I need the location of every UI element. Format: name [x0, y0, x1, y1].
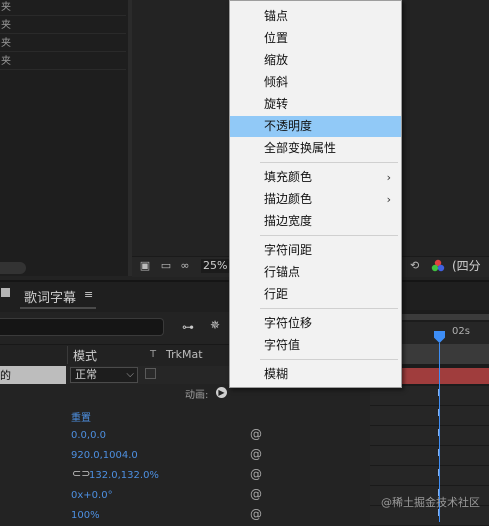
- stopwatch-icon[interactable]: @: [250, 487, 262, 501]
- active-tab-underline: [20, 307, 96, 309]
- menu-item-label: 位置: [264, 31, 289, 45]
- menu-item-tracking[interactable]: 字符间距: [230, 240, 401, 261]
- menu-item-opacity[interactable]: 不透明度: [230, 116, 401, 137]
- menu-item-stroke-color[interactable]: 描边颜色 ›: [230, 189, 401, 210]
- menu-item-line-spacing[interactable]: 行距: [230, 284, 401, 305]
- keyframe-marker[interactable]: I: [437, 388, 440, 399]
- menu-item-label: 字符值: [264, 338, 301, 352]
- project-item[interactable]: 夹: [0, 0, 126, 16]
- menu-item-position[interactable]: 位置: [230, 28, 401, 49]
- channel-icon[interactable]: [431, 259, 445, 273]
- menu-item-character-value[interactable]: 字符值: [230, 335, 401, 356]
- menu-item-label: 倾斜: [264, 75, 289, 89]
- column-mode[interactable]: 模式: [73, 347, 97, 364]
- submenu-arrow-icon: ›: [386, 171, 391, 184]
- blend-mode-value: 正常: [75, 368, 97, 381]
- menu-item-label: 描边宽度: [264, 214, 313, 228]
- menu-item-label: 全部变换属性: [264, 141, 337, 155]
- stopwatch-icon[interactable]: @: [250, 507, 262, 521]
- keyframe-marker[interactable]: I: [437, 448, 440, 459]
- keyframe-marker[interactable]: I: [437, 408, 440, 419]
- track-row: [370, 426, 489, 446]
- column-t[interactable]: T: [150, 349, 156, 360]
- stopwatch-icon[interactable]: @: [250, 447, 262, 461]
- draft-3d-icon[interactable]: ✵: [210, 318, 220, 332]
- menu-separator: [260, 359, 398, 360]
- tab-menu-icon[interactable]: ≡: [84, 288, 93, 301]
- menu-item-label: 不透明度: [264, 119, 313, 133]
- menu-separator: [260, 308, 398, 309]
- track-matte-checkbox[interactable]: [145, 368, 156, 379]
- watermark: @稀土掘金技术社区: [381, 496, 480, 509]
- menu-item-skew[interactable]: 倾斜: [230, 72, 401, 93]
- blend-mode-select[interactable]: 正常 ⌵: [70, 367, 138, 383]
- chevron-down-icon: ⌵: [126, 369, 134, 380]
- menu-item-label: 旋转: [264, 97, 289, 111]
- menu-item-character-offset[interactable]: 字符位移: [230, 313, 401, 334]
- column-divider[interactable]: [67, 346, 68, 364]
- track-row: [370, 466, 489, 486]
- menu-item-line-anchor[interactable]: 行锚点: [230, 262, 401, 283]
- menu-item-label: 字符间距: [264, 243, 313, 257]
- column-trkmat[interactable]: TrkMat: [166, 348, 203, 361]
- menu-item-label: 字符位移: [264, 316, 313, 330]
- anchor-point-value[interactable]: 0.0,0.0: [71, 430, 106, 441]
- reset-link[interactable]: 重置: [71, 409, 91, 424]
- stopwatch-icon[interactable]: @: [250, 467, 262, 481]
- project-item[interactable]: 夹: [0, 54, 126, 70]
- snapshot-icon[interactable]: ⟲: [410, 259, 419, 272]
- animate-play-icon[interactable]: ▶: [216, 387, 227, 398]
- project-panel: 夹 夹 夹 夹: [0, 0, 132, 276]
- submenu-arrow-icon: ›: [386, 193, 391, 206]
- position-value[interactable]: 920.0,1004.0: [71, 450, 138, 461]
- opacity-value[interactable]: 100%: [71, 510, 100, 521]
- always-preview-icon[interactable]: ▣: [138, 260, 152, 272]
- menu-item-label: 行距: [264, 287, 289, 301]
- stopwatch-icon[interactable]: @: [250, 427, 262, 441]
- project-item[interactable]: 夹: [0, 18, 126, 34]
- menu-separator: [260, 235, 398, 236]
- menu-item-stroke-width[interactable]: 描边宽度: [230, 211, 401, 232]
- zoom-level-field[interactable]: 25%: [201, 259, 231, 273]
- tab-color-square: [1, 288, 10, 297]
- menu-item-label: 描边颜色: [264, 192, 313, 206]
- project-scrollbar[interactable]: [0, 262, 26, 274]
- track-row: [370, 386, 489, 406]
- constrain-proportions-icon[interactable]: ⊂⊃: [72, 467, 90, 480]
- animate-label: 动画:: [185, 390, 209, 401]
- scale-value[interactable]: 132.0,132.0%: [89, 470, 159, 481]
- track-row: [370, 446, 489, 466]
- menu-item-label: 模糊: [264, 367, 289, 381]
- ruler-label: 02s: [452, 326, 470, 337]
- menu-separator: [260, 162, 398, 163]
- track-row: [370, 406, 489, 426]
- timeline-search-input[interactable]: [0, 318, 164, 336]
- menu-item-rotation[interactable]: 旋转: [230, 94, 401, 115]
- menu-item-blur[interactable]: 模糊: [230, 364, 401, 385]
- keyframe-marker[interactable]: I: [437, 428, 440, 439]
- menu-item-label: 锚点: [264, 9, 289, 23]
- menu-item-anchor[interactable]: 锚点: [230, 6, 401, 27]
- resolution-select[interactable]: (四分: [452, 259, 481, 273]
- menu-item-scale[interactable]: 缩放: [230, 50, 401, 71]
- layer-name: 的: [0, 369, 11, 382]
- layer-name-cell[interactable]: 的: [0, 366, 66, 384]
- menu-item-label: 缩放: [264, 53, 289, 67]
- tab-lyrics-subtitles[interactable]: 歌词字幕: [24, 287, 76, 306]
- menu-item-label: 填充颜色: [264, 170, 313, 184]
- menu-item-fill-color[interactable]: 填充颜色 ›: [230, 167, 401, 188]
- mask-icon[interactable]: ∞: [178, 260, 192, 272]
- menu-item-label: 行锚点: [264, 265, 301, 279]
- monitor-icon[interactable]: ▭: [159, 260, 173, 272]
- rotation-value[interactable]: 0x+0.0°: [71, 490, 113, 501]
- flowchart-icon[interactable]: ⊶: [182, 320, 194, 334]
- menu-item-all-transform[interactable]: 全部变换属性: [230, 138, 401, 159]
- animate-context-menu: 锚点 位置 缩放 倾斜 旋转 不透明度 全部变换属性 填充颜色 › 描边颜色 › 描…: [229, 0, 402, 388]
- keyframe-marker[interactable]: I: [437, 468, 440, 479]
- project-item[interactable]: 夹: [0, 36, 126, 52]
